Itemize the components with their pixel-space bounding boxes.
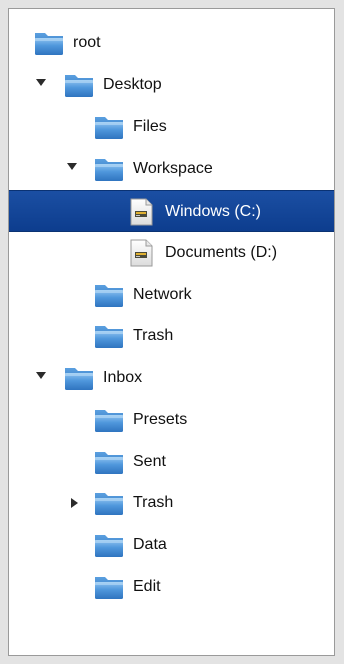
tree-item-label: Desktop	[103, 76, 162, 93]
disclosure-triangle-collapsed-icon[interactable]	[71, 498, 78, 508]
tree-item-desktop[interactable]: Desktop	[9, 64, 334, 106]
tree-item-label: Windows (C:)	[165, 203, 262, 220]
folder-icon	[93, 572, 125, 602]
tree-item-label: Edit	[133, 578, 161, 595]
tree-item-label: root	[73, 34, 101, 51]
tree-item-network[interactable]: Network	[9, 274, 334, 316]
tree-item-label: Workspace	[133, 160, 213, 177]
folder-tree-panel: root Desktop Files Workspace Windows (C:…	[8, 8, 335, 656]
folder-icon	[63, 363, 95, 393]
tree-item-label: Documents (D:)	[165, 244, 278, 261]
tree-item-sent[interactable]: Sent	[9, 441, 334, 483]
folder-icon	[93, 112, 125, 142]
disclosure-triangle-expanded-icon[interactable]	[67, 163, 77, 170]
tree-item-label: Trash	[133, 494, 174, 511]
tree-item-presets[interactable]: Presets	[9, 399, 334, 441]
tree-item-inbox[interactable]: Inbox	[9, 357, 334, 399]
tree-item-label: Files	[133, 118, 167, 135]
folder-icon	[93, 405, 125, 435]
drive-icon	[125, 197, 157, 227]
tree-item-label: Trash	[133, 327, 174, 344]
tree-item-root[interactable]: root	[9, 22, 334, 64]
tree-item-files[interactable]: Files	[9, 106, 334, 148]
tree-item-label: Inbox	[103, 369, 143, 386]
tree-item-trash[interactable]: Trash	[9, 315, 334, 357]
folder-icon	[33, 28, 65, 58]
tree-item-inbox-trash[interactable]: Trash	[9, 482, 334, 524]
tree-item-label: Presets	[133, 411, 188, 428]
tree-item-label: Network	[133, 286, 192, 303]
disclosure-triangle-expanded-icon[interactable]	[36, 79, 46, 86]
tree-item-windows-c[interactable]: Windows (C:)	[9, 190, 334, 232]
folder-icon	[63, 70, 95, 100]
tree-item-label: Data	[133, 536, 167, 553]
tree-item-edit[interactable]: Edit	[9, 566, 334, 608]
folder-icon	[93, 321, 125, 351]
tree-item-documents-d[interactable]: Documents (D:)	[9, 232, 334, 274]
folder-icon	[93, 488, 125, 518]
tree-item-data[interactable]: Data	[9, 524, 334, 566]
drive-icon	[125, 238, 157, 268]
folder-icon	[93, 447, 125, 477]
folder-icon	[93, 530, 125, 560]
disclosure-triangle-expanded-icon[interactable]	[36, 372, 46, 379]
tree-item-label: Sent	[133, 453, 166, 470]
tree-item-workspace[interactable]: Workspace	[9, 148, 334, 190]
folder-icon	[93, 154, 125, 184]
folder-icon	[93, 280, 125, 310]
